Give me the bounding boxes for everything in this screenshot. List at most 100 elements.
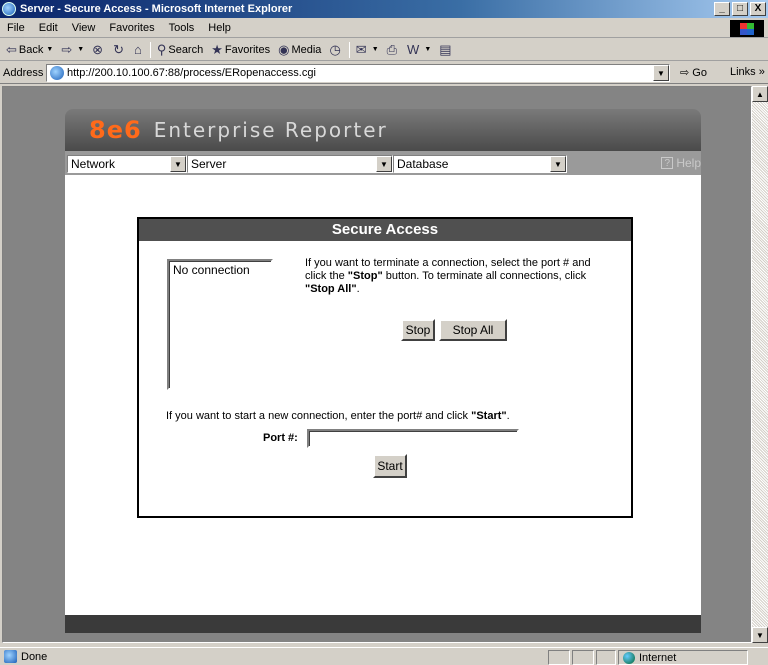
security-zone: Internet <box>618 650 748 665</box>
chevron-down-icon: ▼ <box>46 46 54 53</box>
chevron-down-icon[interactable]: ▼ <box>170 156 186 172</box>
secure-access-panel: Secure Access No connection If you want … <box>137 217 633 518</box>
back-button[interactable]: ⇦ Back ▼ <box>2 40 57 60</box>
address-bar: Address http://200.10.100.67:88/process/… <box>0 62 768 84</box>
footer-bar <box>65 615 701 633</box>
app-header: 8e6 Enterprise Reporter <box>65 109 701 151</box>
chevron-down-icon: ▼ <box>77 46 85 53</box>
stop-connection-button[interactable]: Stop <box>401 319 435 341</box>
history-icon: ◷ <box>329 41 341 57</box>
stop-button[interactable]: ⊗ <box>88 40 109 60</box>
zone-label: Internet <box>639 651 677 664</box>
start-instructions: If you want to start a new connection, e… <box>166 410 510 422</box>
database-select[interactable]: Database ▼ <box>393 155 567 173</box>
panel-title: Secure Access <box>139 219 631 241</box>
address-input[interactable]: http://200.10.100.67:88/process/ERopenac… <box>46 64 670 82</box>
help-icon: ? <box>661 157 674 169</box>
port-input[interactable] <box>307 429 519 448</box>
edit-button[interactable]: W ▼ <box>403 40 435 60</box>
nav-bar: Network ▼ Server ▼ Database ▼ ? Help <box>65 151 701 175</box>
toolbar: ⇦ Back ▼ ⇨ ▼ ⊗ ↻ ⌂ ⚲ Search ★ Favorites … <box>0 39 768 61</box>
favorites-label: Favorites <box>224 43 271 56</box>
forward-button[interactable]: ⇨ ▼ <box>57 40 88 60</box>
status-bar: Done Internet <box>0 647 768 665</box>
mail-button[interactable]: ✉ ▼ <box>352 40 383 60</box>
menu-favorites[interactable]: Favorites <box>102 22 161 34</box>
start-instr-keyword: "Start" <box>471 410 507 422</box>
discuss-button[interactable]: ▤ <box>435 40 457 60</box>
status-text: Done <box>21 650 48 663</box>
links-button[interactable]: Links » <box>730 66 765 78</box>
stop-all-button[interactable]: Stop All <box>439 319 507 341</box>
refresh-icon: ↻ <box>113 41 124 57</box>
refresh-button[interactable]: ↻ <box>109 40 130 60</box>
menu-edit[interactable]: Edit <box>32 22 65 34</box>
separator <box>348 41 350 58</box>
favorites-icon: ★ <box>211 41 223 57</box>
search-icon: ⚲ <box>156 41 167 57</box>
page-done-icon <box>4 650 17 663</box>
terminate-instructions: If you want to terminate a connection, s… <box>305 257 605 296</box>
port-label: Port #: <box>263 432 298 444</box>
connection-list[interactable]: No connection <box>167 259 273 390</box>
chevron-down-icon: ▼ <box>371 46 379 53</box>
menu-bar: File Edit View Favorites Tools Help <box>0 19 768 38</box>
media-icon: ◉ <box>278 41 290 57</box>
word-icon: W <box>407 42 420 57</box>
instr-stop-keyword: "Stop" <box>347 270 383 282</box>
favorites-button[interactable]: ★ Favorites <box>207 40 274 60</box>
ie-icon <box>2 2 16 16</box>
back-arrow-icon: ⇦ <box>6 41 17 57</box>
content-area: Secure Access No connection If you want … <box>65 175 701 615</box>
start-instr-text: If you want to start a new connection, e… <box>166 410 472 422</box>
chevron-down-icon: ▼ <box>424 46 432 53</box>
maximize-button[interactable]: □ <box>732 2 748 16</box>
print-button[interactable]: ⎙ <box>383 40 403 60</box>
menu-help[interactable]: Help <box>201 22 238 34</box>
page-viewport: 8e6 Enterprise Reporter Network ▼ Server… <box>2 86 752 643</box>
brand-logo: 8e6 <box>89 116 142 144</box>
home-icon: ⌂ <box>133 42 142 57</box>
instr-stop-all-keyword: "Stop All" <box>305 283 357 295</box>
close-button[interactable]: X <box>750 2 766 16</box>
status-cell <box>572 650 594 665</box>
go-label: Go <box>692 67 707 79</box>
search-button[interactable]: ⚲ Search <box>153 40 207 60</box>
help-link[interactable]: ? Help <box>661 156 701 170</box>
server-select[interactable]: Server ▼ <box>187 155 393 173</box>
network-select[interactable]: Network ▼ <box>67 155 187 173</box>
search-label: Search <box>168 43 204 56</box>
scroll-down-button[interactable]: ▼ <box>752 627 768 643</box>
media-button[interactable]: ◉ Media <box>274 40 325 60</box>
go-arrow-icon: ⇨ <box>680 67 690 79</box>
chevron-down-icon[interactable]: ▼ <box>376 156 392 172</box>
address-label: Address <box>3 66 44 79</box>
menu-tools[interactable]: Tools <box>162 22 202 34</box>
instr-text-end: . <box>356 283 360 295</box>
minimize-button[interactable]: _ <box>714 2 730 16</box>
stop-icon: ⊗ <box>92 41 104 57</box>
start-instr-end: . <box>506 410 510 422</box>
product-name: Enterprise Reporter <box>153 118 388 142</box>
window-title: Server - Secure Access - Microsoft Inter… <box>20 3 293 15</box>
home-button[interactable]: ⌂ <box>130 40 148 60</box>
separator <box>149 41 151 58</box>
instr-text-2: button. To terminate all connections, cl… <box>382 270 587 282</box>
list-item[interactable]: No connection <box>173 263 267 277</box>
go-button[interactable]: ⇨ Go <box>680 66 707 79</box>
vertical-scrollbar[interactable]: ▲ ▼ <box>752 86 768 643</box>
start-button[interactable]: Start <box>373 454 407 478</box>
server-select-value: Server <box>191 157 227 171</box>
scroll-up-button[interactable]: ▲ <box>752 86 768 102</box>
help-label: Help <box>676 156 701 170</box>
menu-view[interactable]: View <box>65 22 103 34</box>
windows-logo-icon <box>730 20 764 37</box>
mail-icon: ✉ <box>355 41 367 57</box>
history-button[interactable]: ◷ <box>325 40 346 60</box>
menu-file[interactable]: File <box>0 22 32 34</box>
address-url: http://200.10.100.67:88/process/ERopenac… <box>67 67 316 79</box>
address-dropdown-button[interactable]: ▼ <box>653 65 669 81</box>
back-label: Back <box>18 43 44 56</box>
chevron-down-icon[interactable]: ▼ <box>550 156 566 172</box>
globe-icon <box>623 651 635 664</box>
